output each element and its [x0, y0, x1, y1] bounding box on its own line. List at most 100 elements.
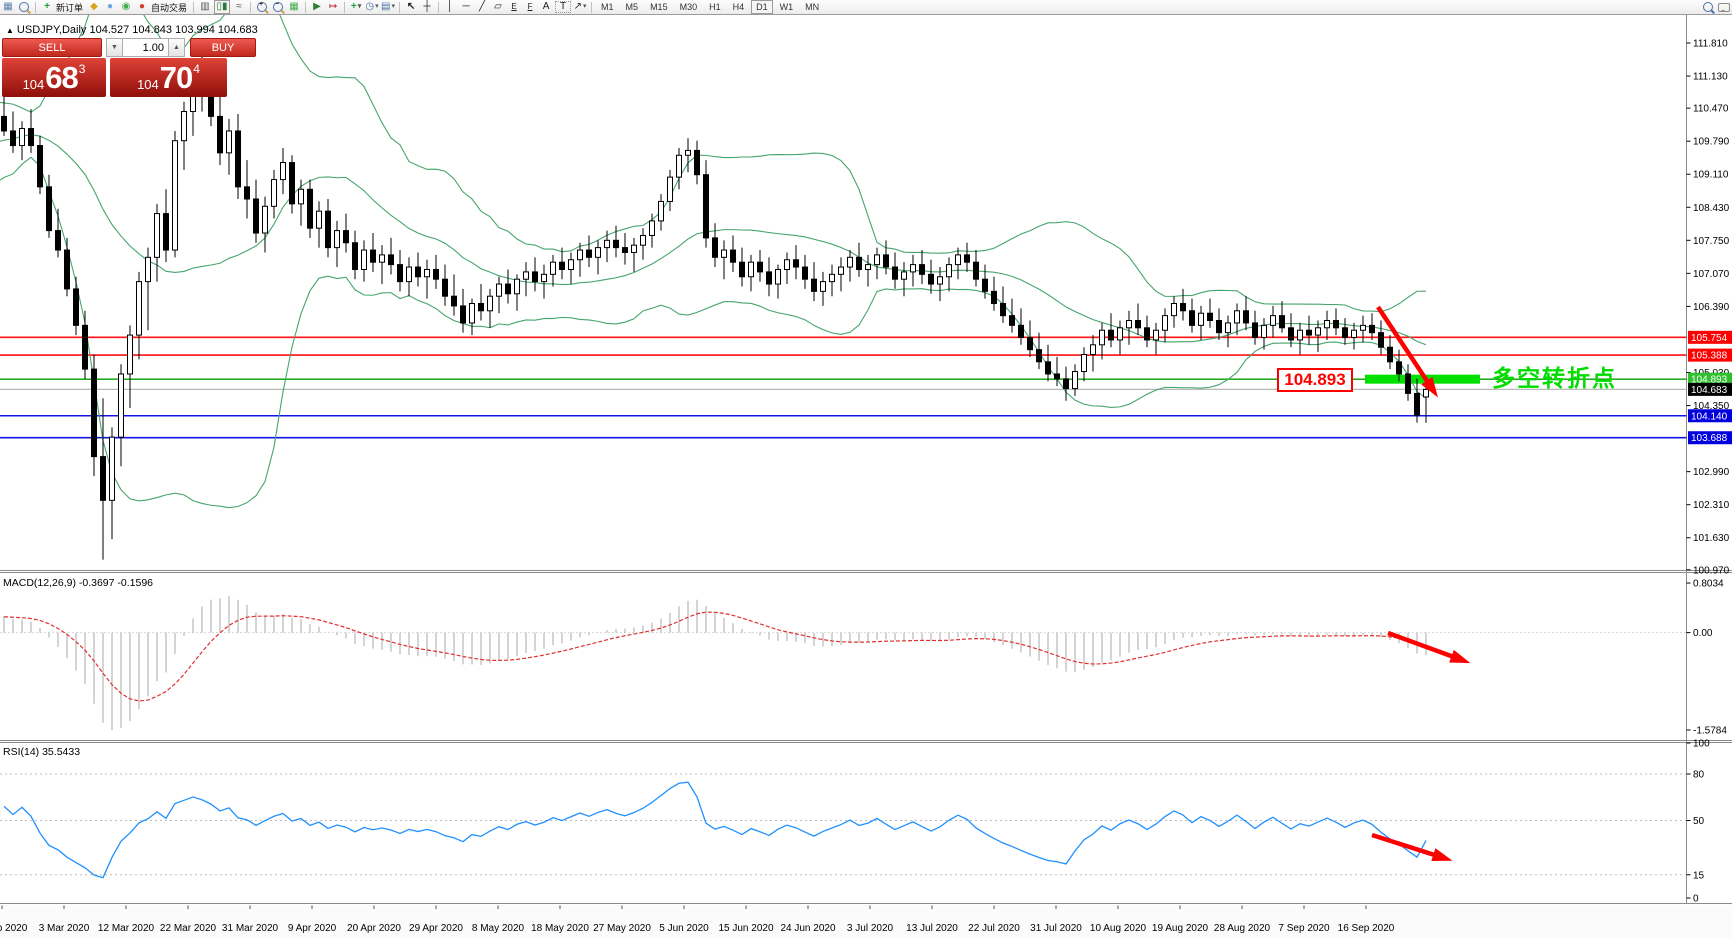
sell-price-tile[interactable]: 104 68 3 [2, 58, 106, 97]
rsi-tick: 100 [1693, 739, 1710, 750]
timeframe-m30[interactable]: M30 [675, 0, 703, 14]
rsi-tick: 0 [1693, 894, 1699, 905]
volume-input[interactable] [122, 38, 169, 57]
market-icon[interactable]: ◆ [87, 1, 101, 13]
new-order-label[interactable]: 新订单 [56, 1, 83, 14]
price-tick: 111.130 [1693, 72, 1728, 83]
fibonacci-icon[interactable]: E [507, 1, 521, 13]
cursor-icon[interactable]: ↖ [404, 1, 418, 13]
crosshair-icon[interactable]: ┼ [420, 1, 434, 13]
sell-button[interactable]: SELL [2, 38, 102, 57]
sell-price-base: 104 [23, 77, 45, 92]
rsi-indicator-label: RSI(14) 35.5433 [3, 746, 80, 758]
templates-icon[interactable]: ▤▾ [381, 1, 395, 13]
price-tick: 101.630 [1693, 533, 1730, 544]
timeframe-w1[interactable]: W1 [775, 0, 799, 14]
timeframe-m1[interactable]: M1 [596, 0, 619, 14]
text-tool-icon[interactable]: A [539, 1, 553, 13]
toolbar-separator [305, 2, 306, 13]
price-tick: 107.750 [1693, 236, 1730, 247]
autotrade-label[interactable]: 自动交易 [151, 1, 187, 14]
price-badge-value: 104.683 [1691, 385, 1728, 396]
zoom-out-icon[interactable]: − [271, 1, 285, 13]
tile-windows-icon[interactable]: ▦ [287, 1, 301, 13]
price-tick: 102.990 [1693, 467, 1730, 478]
community-icon[interactable]: ● [103, 1, 117, 13]
date-tick: 24 Jun 2020 [780, 923, 835, 934]
chart-shift-icon[interactable]: ↦ [326, 1, 340, 13]
chart-window-icon[interactable]: ▦ [1, 1, 15, 13]
timeframe-m5[interactable]: M5 [621, 0, 644, 14]
timeframe-h1[interactable]: H1 [704, 0, 726, 14]
preview-icon[interactable] [17, 1, 31, 13]
date-axis[interactable]: 3 Feb 2020 3 Mar 2020 12 Mar 2020 22 Mar 20… [0, 905, 1732, 938]
date-tick: 8 May 2020 [472, 923, 525, 934]
date-tick: 28 Aug 2020 [1214, 923, 1271, 934]
line-chart-icon[interactable]: ≈ [232, 1, 246, 13]
date-tick: 22 Mar 2020 [160, 923, 217, 934]
timeframe-mn[interactable]: MN [800, 0, 824, 14]
toolbar-separator [35, 2, 36, 13]
volume-increase-button[interactable]: ▲ [168, 38, 185, 57]
vertical-line-icon[interactable]: │ [443, 1, 457, 13]
macd-tick: -1.5784 [1693, 725, 1727, 736]
timeframe-h4[interactable]: H4 [728, 0, 750, 14]
price-tick: 100.970 [1693, 565, 1730, 576]
price-tick: 109.110 [1693, 170, 1729, 181]
price-tick: 106.390 [1693, 302, 1730, 313]
buy-button[interactable]: BUY [190, 38, 256, 57]
date-tick: 7 Sep 2020 [1278, 923, 1330, 934]
chat-icon[interactable] [1717, 1, 1731, 13]
collapse-arrow-icon[interactable]: ▲ [6, 26, 14, 35]
buy-price-base: 104 [137, 77, 159, 92]
search-icon[interactable] [1701, 1, 1715, 13]
autotrade-icon[interactable]: ● [135, 1, 149, 13]
date-tick: 5 Jun 2020 [659, 923, 709, 934]
periods-icon[interactable]: ◷▾ [365, 1, 379, 13]
horizontal-line-icon[interactable]: ─ [459, 1, 473, 13]
indicators-icon[interactable]: +▾ [349, 1, 363, 13]
timeframe-m15[interactable]: M15 [645, 0, 673, 14]
auto-scroll-icon[interactable]: ▶ [310, 1, 324, 13]
date-tick: 12 Mar 2020 [98, 923, 155, 934]
candlestick-chart-icon[interactable]: ▯▮ [214, 0, 230, 14]
mt4-terminal: { "header": { "symbol_info": "USDJPY,Dai… [0, 0, 1732, 938]
price-tick: 107.070 [1693, 269, 1730, 280]
rsi-tick: 80 [1693, 770, 1705, 781]
timeframe-d1[interactable]: D1 [751, 0, 773, 14]
date-tick: 13 Jul 2020 [906, 923, 958, 934]
sell-price-main: 68 [45, 60, 77, 96]
rsi-tick: 50 [1693, 816, 1705, 827]
toolbar-separator [399, 2, 400, 13]
trendline-icon[interactable]: ╱ [475, 1, 489, 13]
date-tick: 20 Apr 2020 [347, 923, 401, 934]
turning-point-text[interactable]: 多空转折点 [1492, 359, 1617, 393]
buy-price-tile[interactable]: 104 70 4 [110, 58, 227, 97]
price-callout-104893[interactable]: 104.893 [1277, 368, 1353, 392]
date-tick: 27 May 2020 [593, 923, 651, 934]
date-tick: 19 Aug 2020 [1152, 923, 1209, 934]
fibo-expansion-icon[interactable]: F [523, 1, 537, 13]
channel-icon[interactable]: ▱ [491, 1, 505, 13]
date-tick: 22 Jul 2020 [968, 923, 1020, 934]
price-tick: 110.470 [1693, 104, 1729, 115]
macd-tick: 0.8034 [1693, 579, 1724, 590]
price-badge-value: 104.140 [1691, 411, 1728, 422]
bar-chart-icon[interactable]: ▥ [198, 1, 212, 13]
price-tick: 109.790 [1693, 137, 1730, 148]
date-tick: 31 Jul 2020 [1030, 923, 1082, 934]
date-tick: 3 Mar 2020 [39, 923, 90, 934]
chart-canvas[interactable]: 111.810111.130110.470109.790109.110108.4… [0, 0, 1732, 938]
date-tick: 3 Feb 2020 [0, 923, 28, 934]
new-order-icon[interactable]: + [40, 1, 54, 13]
price-tick: 102.310 [1693, 500, 1730, 511]
ohlc-text: USDJPY,Daily 104.527 104.843 103.994 104… [17, 24, 258, 36]
arrows-tool-icon[interactable]: ↗▾ [573, 1, 587, 13]
text-label-icon[interactable]: T [555, 1, 571, 13]
price-tick: 108.430 [1693, 203, 1730, 214]
zoom-in-icon[interactable]: + [255, 1, 269, 13]
signals-icon[interactable]: ◉ [119, 1, 133, 13]
price-badge-value: 105.754 [1691, 333, 1728, 344]
volume-decrease-button[interactable]: ▼ [106, 38, 123, 57]
date-tick: 31 Mar 2020 [222, 923, 279, 934]
